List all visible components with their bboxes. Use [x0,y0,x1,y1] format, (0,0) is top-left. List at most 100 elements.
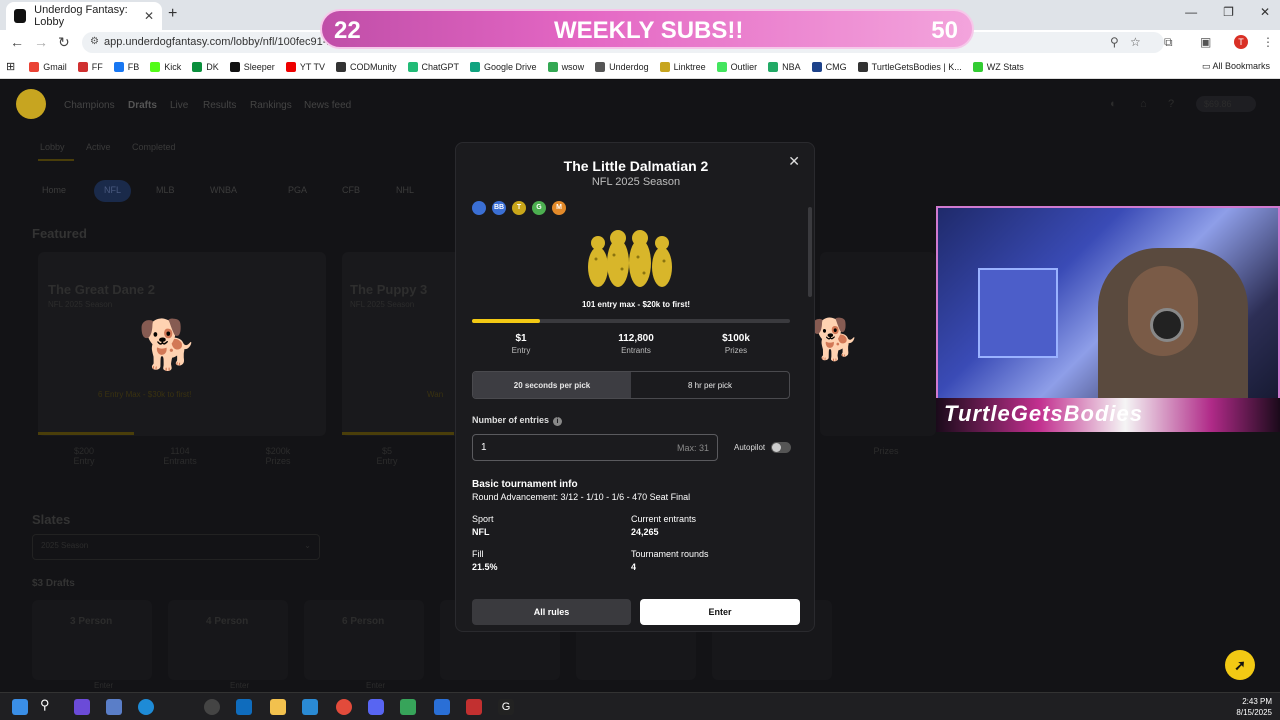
info-icon[interactable]: i [553,417,563,426]
bookmark-item[interactable]: Linktree [659,61,706,72]
autopilot-toggle[interactable] [771,442,791,453]
gift-icon[interactable]: ⌂ [1140,98,1147,110]
underdog-help-button[interactable]: ➚ [1225,650,1255,680]
windows-start-icon[interactable] [12,699,28,715]
enter-link[interactable]: Enter [94,681,113,690]
chrome-icon[interactable] [336,699,352,715]
bookmark-item[interactable]: Outlier [716,61,757,72]
bookmark-label: DK [206,61,219,72]
edge-icon[interactable] [138,699,154,715]
theme-icon[interactable]: ◐ [1110,98,1117,110]
sport-chip[interactable]: NHL [386,180,424,202]
subnav-tab[interactable]: Lobby [40,142,65,152]
bookmark-item[interactable]: ChatGPT [407,61,459,72]
sport-chip[interactable]: WNBA [200,180,247,202]
featured-card[interactable]: 🐕 [810,252,936,436]
sport-chip[interactable]: Home [32,180,76,202]
info-key: Current entrants [631,514,697,524]
subnav-tab[interactable]: Active [86,142,111,152]
bookmark-item[interactable]: wsow [547,61,584,72]
copilot-icon[interactable] [74,699,90,715]
subnav-active-indicator [38,159,74,161]
outlook-icon[interactable] [236,699,252,715]
browser-tab[interactable]: Underdog Fantasy: Lobby ✕ [6,2,162,30]
system-clock[interactable]: 2:43 PM 8/15/2025 [1236,696,1272,718]
restore-icon[interactable]: ❐ [1223,5,1234,19]
bookmark-item[interactable]: DK [192,61,219,72]
bookmark-item[interactable]: CODMunity [336,61,397,72]
back-icon[interactable]: ← [10,34,24,50]
sport-chip[interactable]: MLB [146,180,185,202]
nav-item[interactable]: Rankings [250,100,292,111]
modal-scrollbar[interactable] [808,207,812,297]
sport-chip[interactable]: NFL [94,180,132,202]
entries-input[interactable]: 1 Max: 31 [472,434,718,461]
nav-item[interactable]: Live [170,100,188,111]
speed-option-fast[interactable]: 20 seconds per pick [473,372,631,398]
modal-subtitle: NFL 2025 Season [591,176,681,188]
enter-link[interactable]: Enter [366,681,385,690]
bookmark-item[interactable]: Google Drive [470,61,537,72]
reload-icon[interactable]: ↻ [58,34,70,51]
profile-avatar[interactable]: T [1234,35,1248,49]
obs-icon[interactable] [204,699,220,715]
bookmark-star-icon[interactable]: ☆ [1130,35,1141,49]
bookmark-item[interactable]: FB [113,61,139,72]
bookmark-item[interactable]: Underdog [595,61,649,72]
card-title: The Puppy 3 [350,282,428,297]
search-icon[interactable]: ⚲ [40,697,56,713]
nav-item[interactable]: Results [203,100,236,111]
discord-icon[interactable] [368,699,384,715]
underdog-logo[interactable] [16,89,46,119]
bookmark-item[interactable]: WZ Stats [972,61,1024,72]
extensions-icon[interactable]: ⧉ [1164,35,1173,50]
forward-icon[interactable]: → [34,34,48,50]
minimize-icon[interactable]: — [1185,5,1197,19]
bookmark-item[interactable]: TurtleGetsBodies | K... [857,61,962,72]
balance-button[interactable]: $69.86 [1196,96,1256,112]
slate-select[interactable]: 2025 Season ⌄ [32,534,320,560]
calculator-icon[interactable] [106,699,122,715]
draft-card[interactable]: 6 Person [304,600,424,680]
app-icon[interactable] [400,699,416,715]
help-icon[interactable]: ? [1168,98,1174,110]
all-rules-button[interactable]: All rules [472,599,631,625]
store-icon[interactable] [302,699,318,715]
location-icon[interactable]: ⚲ [1110,35,1119,49]
bookmark-item[interactable]: Kick [150,61,181,72]
close-tab-icon[interactable]: ✕ [144,9,154,23]
app-icon[interactable] [434,699,450,715]
enter-link[interactable]: Enter [230,681,249,690]
subnav-tab[interactable]: Completed [132,142,176,152]
app-icon[interactable] [466,699,482,715]
new-tab-icon[interactable]: + [168,5,177,23]
app-icon[interactable]: G [498,699,514,715]
bookmark-favicon-icon [470,61,481,72]
nav-item[interactable]: Drafts [128,100,157,111]
speed-option-slow[interactable]: 8 hr per pick [631,372,789,398]
file-explorer-icon[interactable] [270,699,286,715]
slates-heading: Slates [32,512,71,527]
modal-title: The Little Dalmatian 2 [563,158,709,174]
bookmark-item[interactable]: CMG [811,61,847,72]
draft-card[interactable]: 4 Person [168,600,288,680]
bookmark-item[interactable]: Gmail [29,61,67,72]
site-info-icon[interactable]: ⚙ [90,36,99,47]
tab-search-icon[interactable]: ▣ [1200,35,1211,49]
card-stat-entry: $200 Entry [73,446,95,466]
enter-button[interactable]: Enter [640,599,800,625]
nav-item[interactable]: News feed [304,100,351,111]
sport-chip[interactable]: CFB [332,180,370,202]
nav-item[interactable]: Champions [64,100,115,111]
close-window-icon[interactable]: ✕ [1260,5,1270,19]
apps-icon[interactable]: ⊞ [6,60,15,73]
all-bookmarks[interactable]: ▭ All Bookmarks [1202,61,1270,72]
bookmark-item[interactable]: YT TV [285,61,325,72]
sport-chip[interactable]: PGA [278,180,317,202]
draft-card[interactable]: 3 Person [32,600,152,680]
menu-kebab-icon[interactable]: ⋮ [1262,35,1274,49]
featured-card[interactable]: The Great Dane 2 NFL 2025 Season 🐕 6 Ent… [38,252,326,436]
bookmark-item[interactable]: Sleeper [229,61,275,72]
bookmark-item[interactable]: NBA [768,61,801,72]
bookmark-item[interactable]: FF [77,61,103,72]
